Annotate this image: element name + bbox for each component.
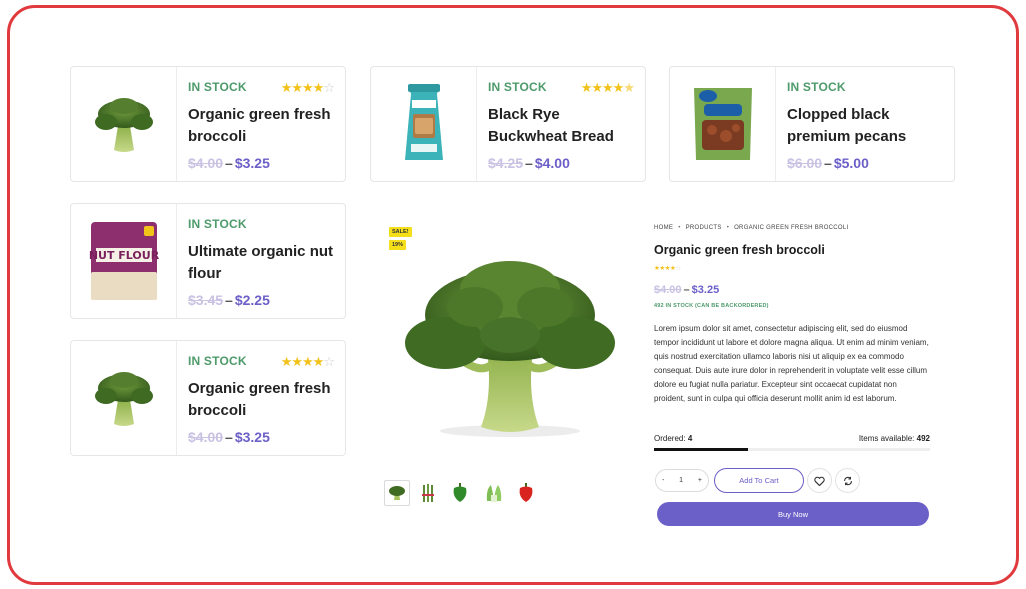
- bread-bag-image: [404, 84, 443, 160]
- product-price: $3.45– $2.25: [188, 292, 345, 308]
- gallery-thumb-bok-choy[interactable]: [481, 480, 507, 506]
- stock-status: IN STOCK: [787, 80, 846, 94]
- gallery-thumb-green-pepper[interactable]: [447, 480, 473, 506]
- nut-flour-bag-image: NUT FLOUR: [88, 222, 159, 300]
- sale-price: $4.00: [534, 155, 570, 171]
- product-card[interactable]: IN STOCK ★★★★☆ Organic green fresh brocc…: [70, 66, 346, 182]
- product-price: $4.00– $3.25: [188, 155, 345, 171]
- old-price: $4.25: [488, 155, 524, 171]
- product-card[interactable]: IN STOCK ★★★★★ Black Rye Buckwheat Bread…: [370, 66, 646, 182]
- sale-price: $3.25: [234, 429, 270, 445]
- breadcrumb: HOME • PRODUCTS • ORGANIC GREEN FRESH BROCCO…: [654, 225, 849, 231]
- stock-status: IN STOCK: [188, 217, 247, 231]
- breadcrumb-separator: •: [678, 225, 681, 231]
- rating-stars: ★★★★☆: [280, 80, 335, 95]
- product-price: $6.00– $5.00: [787, 155, 954, 171]
- product-thumbnail[interactable]: [371, 67, 477, 181]
- ordered-value: 4: [687, 434, 693, 443]
- quantity-stepper[interactable]: - 1 +: [655, 469, 709, 492]
- ordered-count: Ordered: 4: [654, 434, 692, 443]
- product-description: Lorem ipsum dolor sit amet, consectetur …: [654, 324, 929, 404]
- breadcrumb-products[interactable]: PRODUCTS: [686, 225, 722, 231]
- product-price: $4.25– $4.00: [488, 155, 645, 171]
- product-card[interactable]: IN STOCK Clopped black premium pecans $6…: [669, 66, 955, 182]
- product-title[interactable]: Black Rye Buckwheat Bread: [488, 104, 643, 148]
- old-price: $4.00: [188, 429, 224, 445]
- quantity-increase-button[interactable]: +: [698, 477, 702, 484]
- old-price: $3.45: [188, 292, 224, 308]
- heart-icon: [814, 476, 825, 486]
- breadcrumb-current: ORGANIC GREEN FRESH BROCCOLI: [734, 225, 849, 231]
- available-value: 492: [916, 434, 930, 443]
- rating-stars: ★★★★☆: [280, 354, 335, 369]
- product-thumbnail[interactable]: [670, 67, 776, 181]
- discount-badge: 19%: [389, 240, 407, 250]
- gallery-thumb-red-pepper[interactable]: [513, 480, 539, 506]
- product-price: $4.00– $3.25: [188, 429, 345, 445]
- price-separator: –: [225, 155, 233, 171]
- broccoli-image: [94, 372, 153, 426]
- sale-price: $2.25: [234, 292, 270, 308]
- gallery-thumb-asparagus[interactable]: [415, 480, 441, 506]
- broccoli-image: [94, 98, 153, 152]
- product-title[interactable]: Ultimate organic nut flour: [188, 241, 338, 285]
- product-title[interactable]: Organic green fresh broccoli: [188, 104, 338, 148]
- product-card[interactable]: NUT FLOUR IN STOCK Ultimate organic nut …: [70, 203, 346, 319]
- product-card[interactable]: IN STOCK ★★★★☆ Organic green fresh brocc…: [70, 340, 346, 456]
- stock-progress-fill: [654, 448, 748, 451]
- product-title[interactable]: Clopped black premium pecans: [787, 104, 937, 148]
- main-product-image[interactable]: [395, 255, 625, 440]
- sale-price: $3.25: [691, 284, 720, 296]
- product-title[interactable]: Organic green fresh broccoli: [188, 378, 338, 422]
- add-to-cart-button[interactable]: Add To Cart: [714, 468, 804, 493]
- svg-text:NUT FLOUR: NUT FLOUR: [88, 249, 159, 262]
- rating-stars: ★★★★★: [580, 80, 635, 95]
- items-available: Items available: 492: [859, 434, 930, 443]
- product-thumbnail[interactable]: [71, 341, 177, 455]
- available-label: Items available:: [858, 434, 915, 443]
- wishlist-button[interactable]: [807, 468, 832, 493]
- product-detail-title: Organic green fresh broccoli: [654, 243, 825, 257]
- refresh-icon: [843, 476, 852, 485]
- old-price: $4.00: [188, 155, 224, 171]
- price-separator: –: [225, 292, 233, 308]
- price-separator: –: [824, 155, 832, 171]
- sale-badge: SALE!: [389, 227, 412, 237]
- stock-progress-bar: [654, 448, 930, 451]
- stock-availability: 492 IN STOCK (CAN BE BACKORDERED): [654, 303, 769, 309]
- sale-price: $3.25: [234, 155, 270, 171]
- gallery-thumb-broccoli[interactable]: [384, 480, 410, 506]
- price-separator: –: [525, 155, 533, 171]
- compare-button[interactable]: [835, 468, 860, 493]
- product-thumbnail[interactable]: [71, 67, 177, 181]
- pecans-bag-image: [693, 88, 752, 160]
- quantity-decrease-button[interactable]: -: [662, 477, 664, 484]
- breadcrumb-separator: •: [726, 225, 730, 231]
- product-thumbnail[interactable]: NUT FLOUR: [71, 204, 177, 318]
- price-separator: –: [683, 284, 690, 296]
- product-detail-rating: ★★★★☆: [654, 265, 681, 272]
- quantity-value[interactable]: 1: [679, 477, 683, 484]
- old-price: $6.00: [787, 155, 823, 171]
- breadcrumb-home[interactable]: HOME: [654, 225, 673, 231]
- product-detail-price: $4.00– $3.25: [654, 284, 719, 296]
- old-price: $4.00: [654, 284, 682, 296]
- buy-now-button[interactable]: Buy Now: [657, 502, 929, 526]
- price-separator: –: [225, 429, 233, 445]
- ordered-label: Ordered:: [654, 434, 686, 443]
- sale-price: $5.00: [833, 155, 869, 171]
